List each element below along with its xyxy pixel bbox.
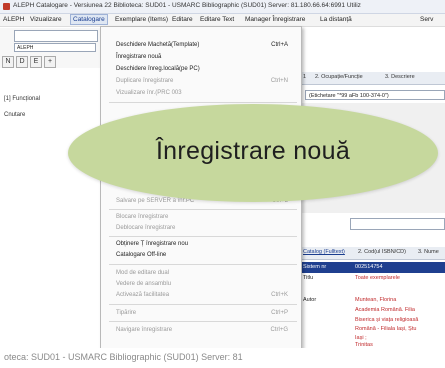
search-field[interactable] [14,30,98,42]
menu-item-deblocare[interactable]: Deblocare înregistrare [116,225,296,233]
search-tabs: 1 2. Ocupație/Funcție 3. Descriere [300,72,445,85]
filter-field[interactable]: (Etichetare "*99 aFb 100-374-0") [305,90,445,100]
menu-separator [109,102,297,103]
menu-item-label: Deschidere Machetă(Template) [116,42,200,48]
menu-item-label: Duplicare înregistrare [116,78,174,84]
results-tabs: Catalog (Fulltext) 2. Cod(ul ISBN/CD) 3.… [300,247,445,260]
menu-item-label: Vizualizare înr.(PRC 003 [116,90,182,96]
record-key: Autor [303,297,317,303]
menu-separator [109,209,297,210]
record-value: Academia Română. Filia [355,307,415,313]
menu-vizualizare[interactable]: Vizualizare [30,16,62,23]
record-row[interactable]: Titlu Toate exemplarele [300,273,445,284]
record-value: Toate exemplarele [355,275,400,281]
menu-aleph[interactable]: ALEPH [3,16,24,23]
menu-item-label: Înregistrare nouă [116,54,162,60]
toolbar-button-3[interactable]: E [30,56,42,68]
menu-la-distanta[interactable]: La distanță [320,16,352,23]
window-title: ALEPH Catalogare - Versiunea 22 Bibliote… [13,2,361,9]
tab-nume[interactable]: 3. Nume [418,249,439,255]
menu-item-label: Deschidere înreg.locală(pe PC) [116,66,200,72]
menu-item-vizualizare[interactable]: Vizualizare înr.(PRC 003 [116,90,296,98]
menu-item-label: Mod de editare dual [116,270,170,276]
toolbar-button-4[interactable]: + [44,56,56,68]
record-key: Sistem nr [303,264,327,270]
toolbar: ALEPH N D E + [0,28,100,68]
status-text: oteca: SUD01 - USMARC Bibliographic (SUD… [4,352,243,362]
record-value: Română - Filiala Iași, Ștu [355,326,417,332]
status-bar: oteca: SUD01 - USMARC Bibliographic (SUD… [0,348,445,368]
menu-item-label: Salvare pe SERVER a înr.PC [116,198,195,204]
menu-item-shortcut: Ctrl+A [271,42,288,48]
menu-item-vedere-ansamblu[interactable]: Vedere de ansamblu [116,281,296,289]
tab-ocupatie[interactable]: 2. Ocupație/Funcție [315,74,363,80]
menu-item-shortcut: Ctrl+G [270,327,288,333]
menu-separator [109,236,297,237]
tab-cod-isbn[interactable]: 2. Cod(ul ISBN/CD) [358,249,406,255]
menu-serv[interactable]: Serv [420,16,433,23]
base-field-value: ALEPH [17,45,34,51]
record-row[interactable]: Sistem nr 002514754 [300,262,445,273]
callout-text: Înregistrare nouă [155,137,351,165]
menu-item-catalogare-offline[interactable]: Catalogare Off-line [116,252,296,260]
menu-item-obtinere[interactable]: Obținere Ț înregistrare nou [116,241,296,249]
menu-item-label: Blocare înregistrare [116,214,169,220]
menu-item-label: Deblocare înregistrare [116,225,176,231]
toolbar-button-2[interactable]: D [16,56,28,68]
title-bar: ALEPH Catalogare - Versiunea 22 Bibliote… [0,0,445,14]
menu-catalogare[interactable]: Catalogare [70,14,108,25]
navigation-tree: [1] Funcțional Cnutare [0,70,101,345]
record-key: Titlu [303,275,314,281]
query-input[interactable] [350,218,445,230]
menu-item-label: Obținere Ț înregistrare nou [116,241,189,247]
tree-item-cnutare[interactable]: Cnutare [4,112,25,118]
menu-item-duplicare[interactable]: Duplicare înregistrare Ctrl+N [116,78,296,86]
menu-item-label: Tipărire [116,310,137,316]
base-field[interactable]: ALEPH [14,43,96,52]
menu-item-label: Vedere de ansamblu [116,281,172,287]
menu-item-label: Catalogare Off-line [116,252,167,258]
menu-item-deschidere-locala[interactable]: Deschidere înreg.locală(pe PC) [116,66,296,74]
menu-item-navigare[interactable]: Navigare înregistrare Ctrl+G [116,327,296,335]
highlight-callout: Înregistrare nouă [68,104,438,202]
menu-item-shortcut: Ctrl+N [270,78,288,84]
record-value: Biserica și viața religioasă [355,317,419,323]
record-row[interactable]: Trinitas [300,340,445,348]
menu-editare[interactable]: Editare [172,16,193,23]
menu-item-shortcut: Ctrl+P [271,310,288,316]
tab-catalog[interactable]: Catalog (Fulltext) [303,249,345,255]
tree-item-functional[interactable]: [1] Funcțional [4,96,40,102]
menu-item-blocare[interactable]: Blocare înregistrare [116,214,296,222]
record-value: 002514754 [355,264,383,270]
menu-item-label: Activează facilitatea [116,292,170,298]
menu-separator [109,304,297,305]
menu-manager-inregistrare[interactable]: Manager Înregistrare [245,16,305,23]
record-value: Muntean, Florina [355,297,397,303]
record-row[interactable] [300,284,445,295]
menu-item-mod-editare-dual[interactable]: Mod de editare dual [116,270,296,278]
menu-item-tiparire[interactable]: Tipărire Ctrl+P [116,310,296,318]
toolbar-button-1[interactable]: N [2,56,14,68]
menu-separator [109,321,297,322]
tab-descriere[interactable]: 3. Descriere [385,74,415,80]
menu-editare-text[interactable]: Editare Text [200,16,234,23]
menu-item-deschidere-macheta[interactable]: Deschidere Machetă(Template) Ctrl+A [116,42,296,50]
menu-separator [109,264,297,265]
menu-item-activeaza-facilitatea[interactable]: Activează facilitatea Ctrl+K [116,292,296,300]
tab-1[interactable]: 1 [303,74,306,80]
aleph-app-icon [3,3,10,10]
menu-item-shortcut: Ctrl+K [271,292,288,298]
menu-exemplare[interactable]: Exemplare (Items) [115,16,168,23]
menu-item-label: Navigare înregistrare [116,327,173,333]
menu-item-inregistrare-noua[interactable]: Înregistrare nouă [116,54,296,62]
